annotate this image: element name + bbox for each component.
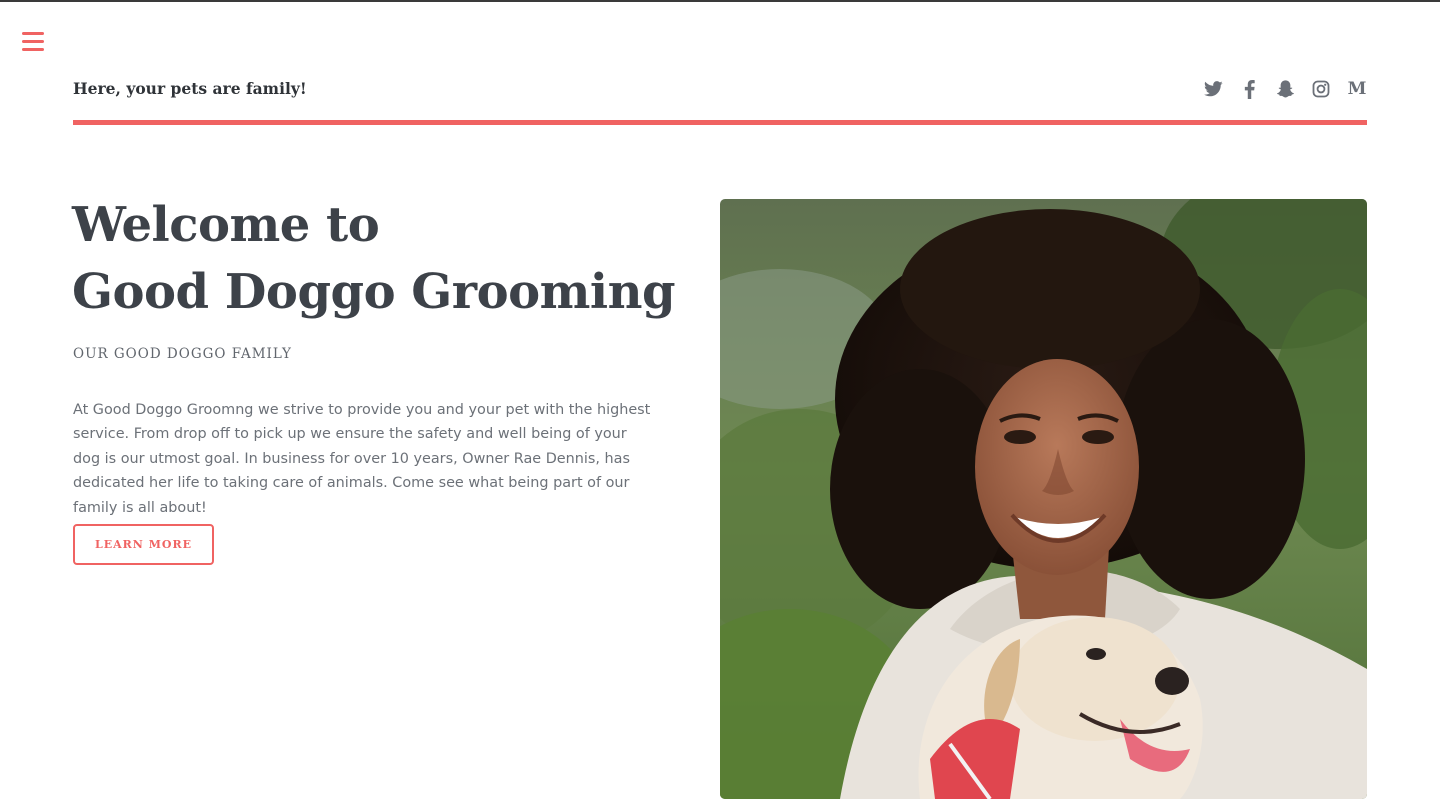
snapchat-icon[interactable] bbox=[1274, 78, 1296, 100]
hamburger-bar bbox=[22, 40, 44, 43]
hero-body-text: At Good Doggo Groomng we strive to provi… bbox=[73, 402, 651, 516]
hamburger-menu-icon[interactable] bbox=[22, 32, 44, 52]
hamburger-bar bbox=[22, 48, 44, 51]
learn-more-button[interactable]: LEARN MORE bbox=[73, 524, 214, 565]
hero-title: Welcome to Good Doggo Grooming bbox=[72, 192, 676, 326]
medium-icon[interactable]: M bbox=[1346, 78, 1368, 100]
instagram-icon[interactable] bbox=[1310, 78, 1332, 100]
hero-title-line-1: Welcome to bbox=[72, 197, 380, 253]
facebook-icon[interactable] bbox=[1238, 78, 1260, 100]
social-links: M bbox=[1202, 78, 1368, 100]
hero-eyebrow: OUR GOOD DOGGO FAMILY bbox=[73, 346, 292, 362]
hero-photo-woman-with-dog bbox=[720, 199, 1367, 799]
site-tagline: Here, your pets are family! bbox=[73, 79, 307, 98]
hero-title-line-2: Good Doggo Grooming bbox=[72, 264, 676, 320]
top-border bbox=[0, 0, 1440, 2]
header-divider bbox=[73, 120, 1367, 125]
hamburger-bar bbox=[22, 32, 44, 35]
twitter-icon[interactable] bbox=[1202, 78, 1224, 100]
